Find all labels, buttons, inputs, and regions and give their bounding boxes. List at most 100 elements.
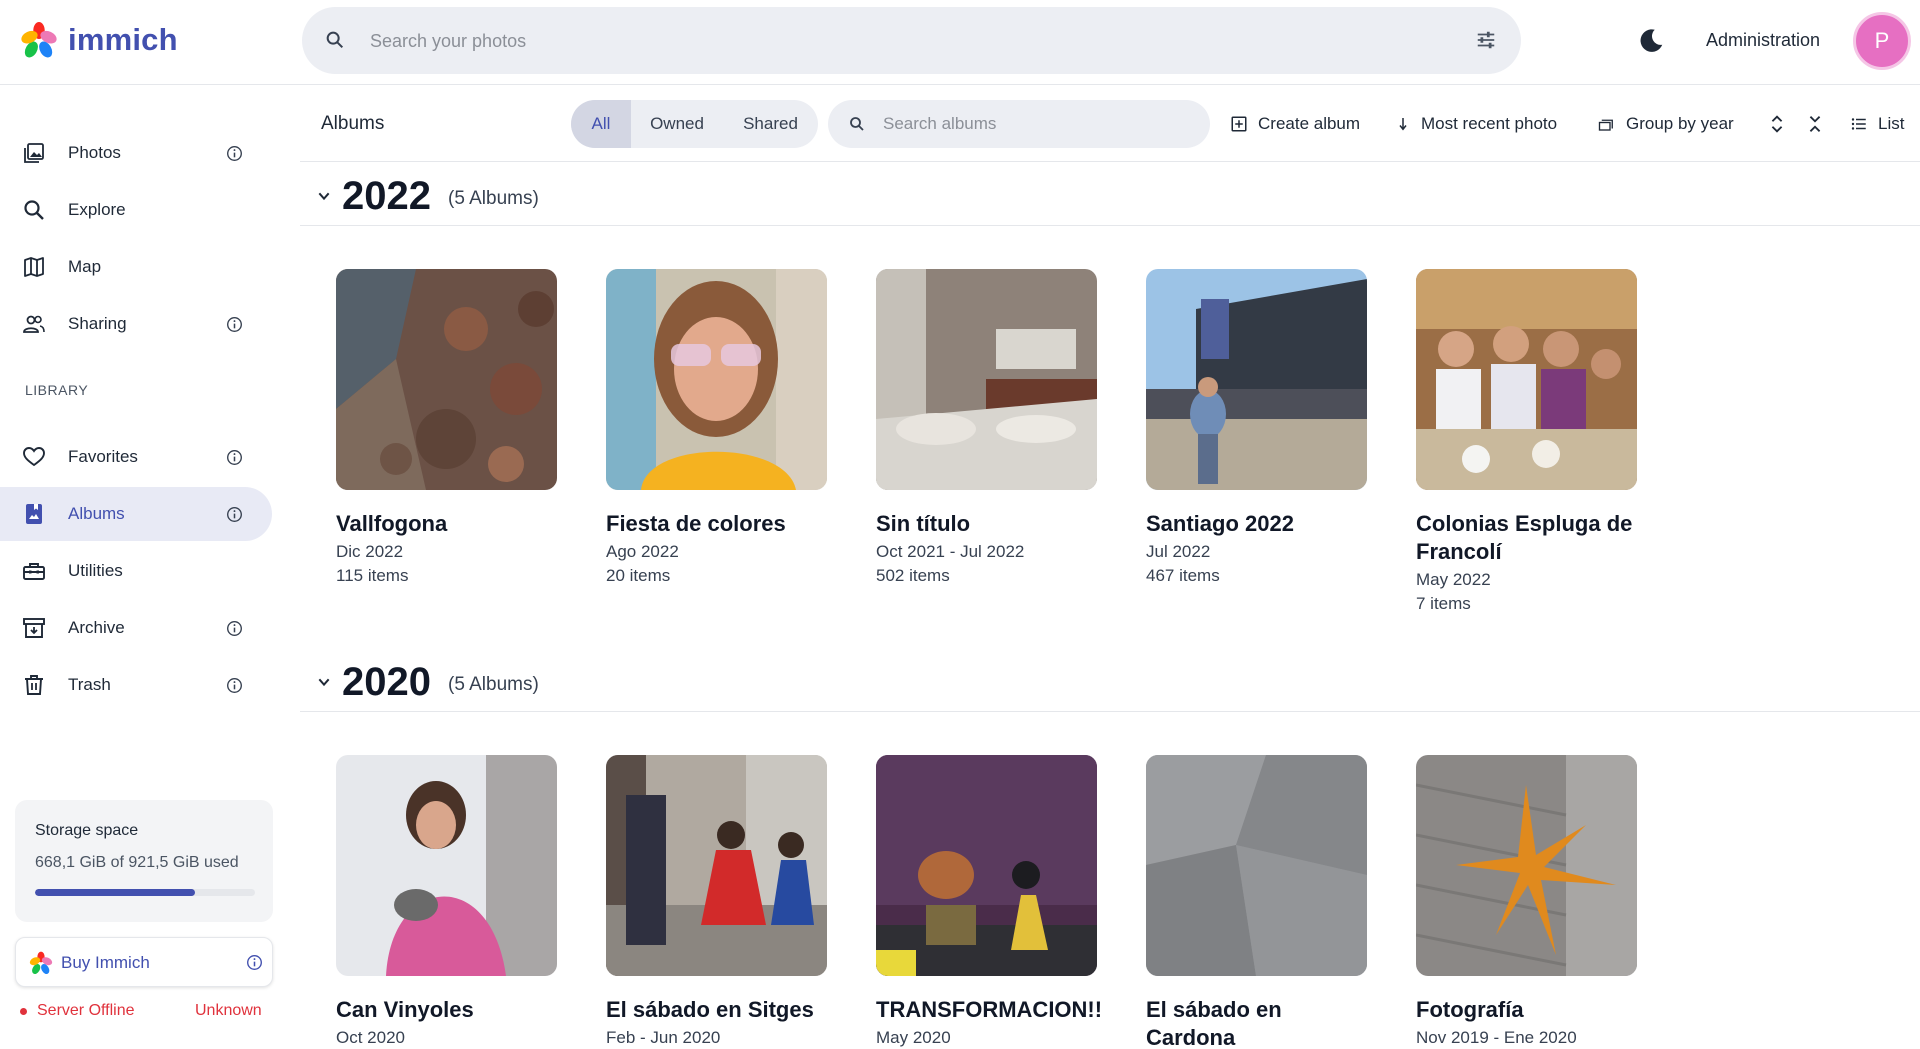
- sidebar-item-label: Explore: [68, 200, 126, 219]
- people-icon: [23, 315, 45, 333]
- album-dates: May 2022: [1416, 570, 1491, 589]
- sidebar-item-utilities[interactable]: Utilities: [0, 544, 272, 598]
- chevron-down-icon[interactable]: [316, 188, 332, 204]
- heart-icon: [23, 447, 45, 467]
- dark-mode-toggle-icon[interactable]: [1636, 26, 1666, 56]
- photos-icon: [24, 143, 44, 163]
- status-dot-icon: [20, 1008, 27, 1015]
- filter-shared-button[interactable]: Shared: [723, 100, 818, 148]
- album-thumbnail[interactable]: [1146, 755, 1367, 976]
- album-thumbnail[interactable]: [336, 269, 557, 490]
- search-icon[interactable]: [324, 29, 346, 51]
- album-title[interactable]: Vallfogona: [336, 510, 558, 538]
- album-dates: Dic 2022: [336, 542, 404, 561]
- server-status-label: Server Offline: [37, 1002, 135, 1019]
- toolbox-icon: [23, 563, 45, 580]
- album-title[interactable]: TRANSFORMACION!!: [876, 996, 1102, 1024]
- year-group-header[interactable]: 2020 (5 Albums): [300, 652, 1920, 712]
- album-filter-group: All Owned Shared: [571, 100, 818, 148]
- info-icon[interactable]: [246, 954, 263, 971]
- album-card[interactable]: Fotografía Nov 2019 - Ene 2020: [1416, 755, 1638, 1049]
- album-title[interactable]: Fotografía: [1416, 996, 1638, 1024]
- group-year: 2022: [342, 174, 431, 218]
- sort-label: Most recent photo: [1421, 114, 1558, 133]
- sidebar-item-albums[interactable]: Albums: [0, 487, 272, 541]
- album-card[interactable]: Fiesta de colores Ago 2022 20 items: [606, 269, 828, 588]
- sidebar-item-map[interactable]: Map: [0, 240, 272, 294]
- page-title: Albums: [321, 113, 385, 134]
- album-dates: May 2020: [876, 1028, 951, 1047]
- album-card[interactable]: El sábado en Cardona: [1146, 755, 1368, 1049]
- info-icon[interactable]: [226, 677, 243, 694]
- administration-link[interactable]: Administration: [1706, 30, 1820, 51]
- filter-owned-button[interactable]: Owned: [631, 100, 723, 148]
- collapse-all-icon[interactable]: [1804, 113, 1826, 135]
- group-by-label: Group by year: [1626, 114, 1734, 133]
- photo-search-input[interactable]: [370, 23, 1370, 59]
- search-options-icon[interactable]: [1475, 29, 1497, 51]
- sidebar-item-sharing[interactable]: Sharing: [0, 297, 272, 351]
- album-title[interactable]: Colonias Espluga de Francolí: [1416, 510, 1638, 566]
- album-title[interactable]: Fiesta de colores: [606, 510, 828, 538]
- buy-immich-button[interactable]: Buy Immich: [15, 937, 273, 987]
- sidebar-item-label: Photos: [68, 143, 121, 162]
- album-card[interactable]: Sin título Oct 2021 - Jul 2022 502 items: [876, 269, 1098, 588]
- album-dates: Oct 2021 - Jul 2022: [876, 542, 1025, 561]
- create-album-label: Create album: [1258, 114, 1361, 133]
- album-thumbnail[interactable]: [1146, 269, 1367, 490]
- storage-used-text: 668,1 GiB of 921,5 GiB used: [35, 854, 239, 871]
- info-icon[interactable]: [226, 316, 243, 333]
- album-search-bar[interactable]: [828, 100, 1210, 148]
- list-icon: [1851, 118, 1866, 130]
- info-icon[interactable]: [226, 620, 243, 637]
- photo-search-bar[interactable]: [302, 7, 1521, 74]
- sidebar-item-archive[interactable]: Archive: [0, 601, 272, 655]
- sort-button[interactable]: Most recent photo: [1395, 112, 1557, 136]
- album-title[interactable]: El sábado en Cardona: [1146, 996, 1368, 1049]
- user-avatar[interactable]: P: [1853, 12, 1911, 70]
- album-title[interactable]: El sábado en Sitges: [606, 996, 828, 1024]
- info-icon[interactable]: [226, 145, 243, 162]
- album-dates: Oct 2020: [336, 1028, 405, 1047]
- year-group-header[interactable]: 2022 (5 Albums): [300, 166, 1920, 226]
- album-title[interactable]: Can Vinyoles: [336, 996, 558, 1024]
- album-thumbnail[interactable]: [876, 755, 1097, 976]
- view-mode-button[interactable]: List: [1850, 112, 1904, 136]
- album-card[interactable]: Santiago 2022 Jul 2022 467 items: [1146, 269, 1368, 588]
- group-count: (5 Albums): [448, 674, 539, 695]
- group-by-button[interactable]: Group by year: [1598, 112, 1734, 136]
- trash-icon: [25, 675, 43, 695]
- album-title[interactable]: Sin título: [876, 510, 1098, 538]
- top-bar: immich Administration P: [0, 0, 1920, 85]
- album-title[interactable]: Santiago 2022: [1146, 510, 1368, 538]
- sidebar-item-trash[interactable]: Trash: [0, 658, 272, 712]
- album-thumbnail[interactable]: [606, 269, 827, 490]
- sidebar-item-photos[interactable]: Photos: [0, 126, 272, 180]
- info-icon[interactable]: [226, 506, 243, 523]
- album-thumbnail[interactable]: [336, 755, 557, 976]
- sidebar-item-favorites[interactable]: Favorites: [0, 430, 272, 484]
- album-card[interactable]: TRANSFORMACION!! May 2020: [876, 755, 1102, 1049]
- sort-order-icon[interactable]: [1766, 113, 1788, 135]
- album-search-input[interactable]: [883, 112, 1183, 136]
- app-logo[interactable]: immich: [20, 20, 178, 60]
- sidebar-item-explore[interactable]: Explore: [0, 183, 272, 237]
- map-icon: [24, 257, 44, 277]
- view-mode-label: List: [1878, 114, 1905, 133]
- create-album-button[interactable]: Create album: [1230, 112, 1360, 136]
- chevron-down-icon[interactable]: [316, 674, 332, 690]
- album-card[interactable]: Can Vinyoles Oct 2020: [336, 755, 558, 1049]
- album-card[interactable]: Vallfogona Dic 2022 115 items: [336, 269, 558, 588]
- album-card[interactable]: Colonias Espluga de Francolí May 2022 7 …: [1416, 269, 1638, 616]
- album-thumbnail[interactable]: [606, 755, 827, 976]
- buy-immich-label: Buy Immich: [61, 953, 150, 972]
- server-version: Unknown: [195, 1002, 262, 1019]
- storage-title: Storage space: [35, 822, 139, 839]
- filter-all-button[interactable]: All: [571, 100, 631, 148]
- info-icon[interactable]: [226, 449, 243, 466]
- album-card[interactable]: El sábado en Sitges Feb - Jun 2020: [606, 755, 828, 1049]
- album-thumbnail[interactable]: [1416, 269, 1637, 490]
- album-thumbnail[interactable]: [1416, 755, 1637, 976]
- album-thumbnail[interactable]: [876, 269, 1097, 490]
- plus-box-icon: [1231, 116, 1247, 132]
